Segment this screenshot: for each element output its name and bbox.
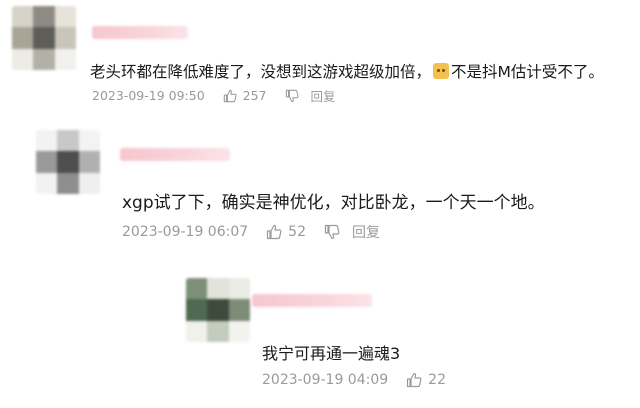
thumbs-down-icon[interactable]	[324, 224, 340, 240]
thumbs-up-icon[interactable]	[266, 224, 282, 240]
comment-meta: 2023-09-19 04:09 22	[262, 372, 464, 388]
comment-meta: 2023-09-19 09:50 257 回复	[92, 86, 336, 105]
thumbs-up-icon[interactable]	[406, 372, 422, 388]
cat-face-icon	[433, 63, 450, 79]
thumbs-down-icon[interactable]	[285, 89, 299, 103]
username-blurred[interactable]	[252, 294, 372, 307]
comment-text: 老头环都在降低难度了，没想到这游戏超级加倍， 不是抖M估计受不了。	[90, 63, 604, 81]
avatar[interactable]	[12, 6, 76, 70]
comment-text: 我宁可再通一遍魂3	[262, 344, 401, 363]
avatar[interactable]	[36, 130, 100, 194]
like-count: 257	[242, 88, 267, 103]
comment-text: xgp试了下，确实是神优化，对比卧龙，一个天一个地。	[122, 193, 545, 213]
reply-button[interactable]: 回复	[311, 86, 336, 105]
username-blurred[interactable]	[120, 148, 230, 161]
timestamp: 2023-09-19 04:09	[262, 372, 389, 388]
avatar[interactable]	[186, 278, 250, 342]
like-count: 22	[428, 372, 446, 388]
like-count: 52	[288, 224, 306, 240]
reply-button[interactable]: 回复	[352, 222, 380, 242]
timestamp: 2023-09-19 09:50	[92, 88, 205, 103]
comment-meta: 2023-09-19 06:07 52 回复	[122, 222, 380, 242]
thumbs-up-icon[interactable]	[223, 89, 237, 103]
timestamp: 2023-09-19 06:07	[122, 224, 249, 240]
username-blurred[interactable]	[92, 26, 188, 39]
